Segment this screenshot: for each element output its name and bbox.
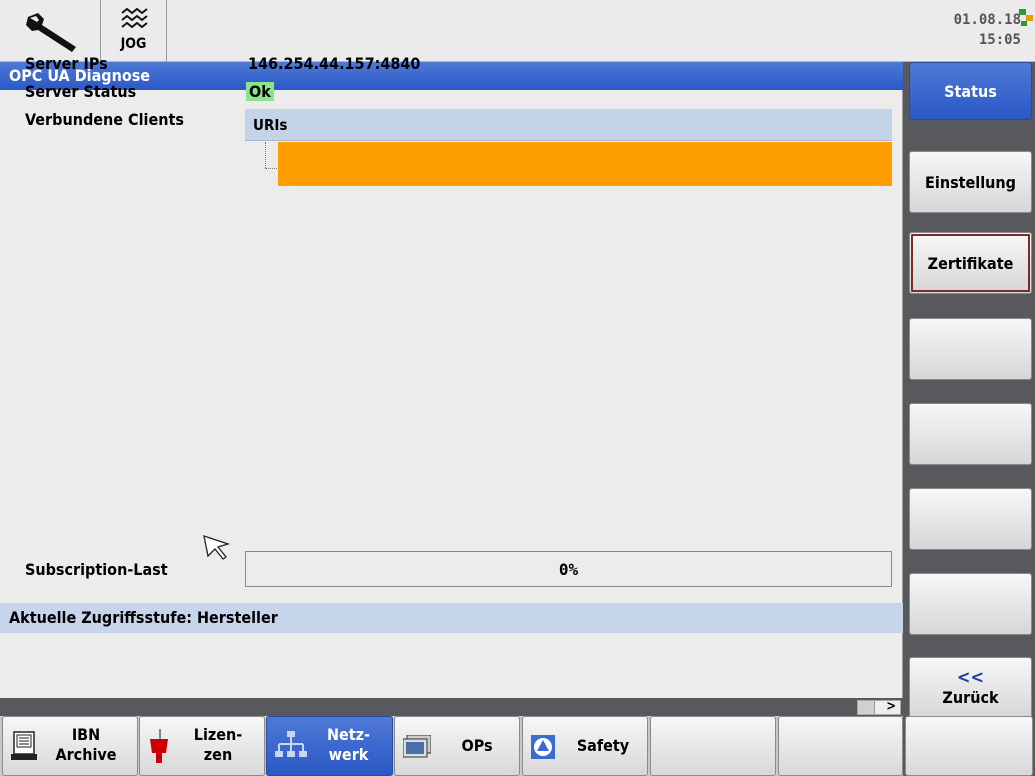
date-time: 01.08.18 15:05 — [954, 10, 1021, 50]
server-ips-value: 146.254.44.157:4840 — [248, 54, 421, 73]
scroll-thumb[interactable] — [858, 701, 875, 714]
ibn-line-2: Archive — [55, 745, 117, 764]
safety-softkey[interactable]: Safety — [522, 716, 648, 776]
subscription-load-label: Subscription-Last — [25, 560, 168, 579]
ibn-archive-softkey[interactable]: IBN Archive — [2, 716, 138, 776]
netz-line-2: werk — [328, 745, 369, 764]
server-ips-label: Server IPs — [25, 54, 108, 73]
netzwerk-softkey[interactable]: Netz- werk — [266, 716, 393, 776]
horizontal-scroll-strip — [0, 698, 903, 716]
empty-softkey-7[interactable] — [909, 573, 1032, 635]
server-status-badge: Ok — [246, 82, 274, 101]
ibn-line-1: IBN — [71, 725, 101, 744]
tree-connector-branch — [265, 168, 277, 169]
back-softkey[interactable]: << Zurück — [909, 657, 1032, 719]
time-text: 15:05 — [978, 32, 1021, 48]
subscription-load-value: 0% — [558, 560, 579, 579]
connected-clients-label: Verbundene Clients — [25, 110, 184, 129]
date-text: 01.08.18 — [953, 12, 1021, 28]
operating-mode: JOG — [101, 0, 167, 62]
jog-icon — [121, 8, 148, 29]
clients-uri-table: URIs — [245, 109, 892, 190]
ibn-archive-label: IBN Archive — [43, 725, 129, 765]
empty-softkey-h7[interactable] — [778, 716, 903, 776]
zertifikate-softkey[interactable]: Zertifikate — [909, 232, 1032, 294]
empty-softkey-h6[interactable] — [650, 716, 776, 776]
lizenzen-softkey[interactable]: Lizen- zen — [139, 716, 265, 776]
mode-label: JOG — [120, 36, 147, 52]
empty-softkey-h8[interactable] — [905, 716, 1033, 776]
selected-client-row[interactable] — [278, 142, 892, 186]
safety-icon — [531, 735, 555, 759]
access-level-bar: Aktuelle Zugriffsstufe: Hersteller — [0, 603, 903, 633]
machine-area-button[interactable] — [0, 0, 101, 62]
network-status-icon — [1019, 9, 1033, 26]
status-softkey[interactable]: Status — [909, 62, 1032, 120]
operator-panel-icon — [403, 735, 431, 758]
header-bar: JOG 01.08.18 15:05 — [0, 0, 1035, 62]
ops-label: OPs — [461, 736, 493, 755]
ops-softkey[interactable]: OPs — [394, 716, 520, 776]
netz-line-1: Netz- — [326, 725, 371, 744]
network-icon — [275, 731, 307, 757]
mouse-cursor-icon — [203, 535, 231, 560]
safety-label: Safety — [576, 736, 630, 755]
double-chevron-left-icon: << — [956, 667, 985, 688]
server-status-label: Server Status — [25, 82, 137, 101]
tree-connector — [265, 142, 266, 168]
empty-softkey-5[interactable] — [909, 403, 1032, 465]
chevron-right-icon: > — [886, 699, 896, 714]
empty-softkey-4[interactable] — [909, 318, 1032, 380]
einstellung-softkey[interactable]: Einstellung — [909, 151, 1032, 213]
empty-softkey-6[interactable] — [909, 488, 1032, 550]
scroll-right-button[interactable]: > — [857, 699, 901, 715]
back-label: Zurück — [942, 688, 999, 707]
lizen-line-1: Lizen- — [193, 725, 243, 744]
wrench-icon — [26, 13, 76, 52]
subscription-load-bar: 0% — [245, 551, 892, 587]
archive-icon — [11, 731, 37, 760]
lizenzen-label: Lizen- zen — [180, 725, 256, 765]
uris-column-header: URIs — [245, 109, 892, 141]
netzwerk-label: Netz- werk — [313, 725, 384, 765]
license-icon — [150, 729, 168, 763]
lizen-line-2: zen — [203, 745, 233, 764]
